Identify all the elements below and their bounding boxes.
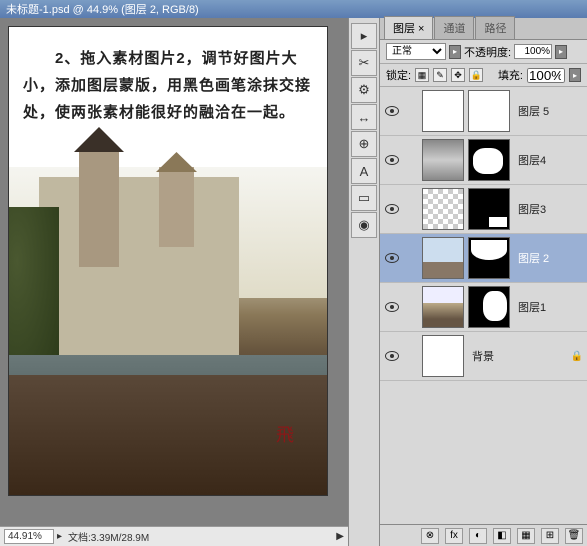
lock-pixels-icon[interactable]: ✎ — [433, 68, 447, 82]
footer-btn-0[interactable]: ⊗ — [421, 528, 439, 544]
opacity-arrow[interactable]: ▸ — [555, 45, 567, 59]
visibility-toggle[interactable] — [384, 299, 400, 315]
layer-name[interactable]: 图层4 — [518, 152, 546, 168]
layer-row[interactable]: 图层4 — [380, 136, 587, 185]
footer-btn-3[interactable]: ◧ — [493, 528, 511, 544]
layer-mask-thumb[interactable] — [468, 90, 510, 132]
eye-icon — [385, 155, 399, 165]
layer-mask-thumb[interactable] — [468, 188, 510, 230]
fill-input[interactable] — [527, 68, 565, 83]
artist-stamp: 飛 — [267, 425, 297, 475]
vtool-0[interactable]: ▸ — [351, 23, 377, 49]
layer-row[interactable]: 图层1 — [380, 283, 587, 332]
layer-name[interactable]: 图层 5 — [518, 103, 549, 119]
footer-btn-2[interactable]: ◐ — [469, 528, 487, 544]
layer-name[interactable]: 背景 — [472, 348, 494, 364]
status-arrow[interactable]: ▸ — [57, 531, 62, 542]
layers-list[interactable]: 图层 5 图层4 图层3 图层 2 图层1 背景 🔒 — [380, 87, 587, 524]
layer-thumb[interactable] — [422, 237, 464, 279]
fill-arrow[interactable]: ▸ — [569, 68, 581, 82]
canvas-scroll[interactable]: 2、拖入素材图片2，调节好图片大小，添加图层蒙版，用黑色画笔涂抹交接处，使两张素… — [0, 18, 348, 526]
layer-name[interactable]: 图层 2 — [518, 250, 549, 266]
vtool-7[interactable]: ◉ — [351, 212, 377, 238]
vtool-1[interactable]: ✂ — [351, 50, 377, 76]
visibility-toggle[interactable] — [384, 348, 400, 364]
footer-btn-1[interactable]: fx — [445, 528, 463, 544]
link-box[interactable] — [404, 201, 418, 217]
layer-name[interactable]: 图层3 — [518, 201, 546, 217]
opacity-label: 不透明度: — [464, 44, 511, 60]
opacity-input[interactable] — [514, 44, 552, 59]
lock-row: 锁定: ▦ ✎ ✥ 🔒 填充: ▸ — [380, 64, 587, 87]
panel-tabs: 图层 × 通道 路径 — [380, 18, 587, 40]
link-box[interactable] — [404, 299, 418, 315]
eye-icon — [385, 106, 399, 116]
layer-thumb[interactable] — [422, 188, 464, 230]
vtool-6[interactable]: ▭ — [351, 185, 377, 211]
layer-mask-thumb[interactable] — [468, 139, 510, 181]
canvas-area: 2、拖入素材图片2，调节好图片大小，添加图层蒙版，用黑色画笔涂抹交接处，使两张素… — [0, 18, 348, 546]
visibility-toggle[interactable] — [384, 152, 400, 168]
footer-btn-6[interactable]: 🗑 — [565, 528, 583, 544]
layer-thumb[interactable] — [422, 286, 464, 328]
lock-label: 锁定: — [386, 67, 411, 83]
link-box[interactable] — [404, 348, 418, 364]
vtool-4[interactable]: ⊕ — [351, 131, 377, 157]
layer-thumb[interactable] — [422, 335, 464, 377]
lock-transparency-icon[interactable]: ▦ — [415, 68, 429, 82]
link-box[interactable] — [404, 103, 418, 119]
eye-icon — [385, 253, 399, 263]
panel-footer: ⊗ fx ◐ ◧ ▦ ⊞ 🗑 — [380, 524, 587, 546]
layer-mask-thumb[interactable] — [468, 237, 510, 279]
vtool-2[interactable]: ⚙ — [351, 77, 377, 103]
visibility-toggle[interactable] — [384, 201, 400, 217]
eye-icon — [385, 351, 399, 361]
tab-paths[interactable]: 路径 — [475, 16, 515, 39]
lock-all-icon[interactable]: 🔒 — [469, 68, 483, 82]
layer-name[interactable]: 图层1 — [518, 299, 546, 315]
layer-row[interactable]: 背景 🔒 — [380, 332, 587, 381]
lock-icon: 🔒 — [571, 351, 583, 362]
layer-thumb[interactable] — [422, 139, 464, 181]
layer-row[interactable]: 图层3 — [380, 185, 587, 234]
blend-mode-select[interactable]: 正常 — [386, 43, 446, 60]
lock-position-icon[interactable]: ✥ — [451, 68, 465, 82]
composite-image: 飛 — [9, 167, 327, 495]
tab-layers[interactable]: 图层 × — [384, 16, 433, 39]
layers-panel: 图层 × 通道 路径 正常 ▸ 不透明度: ▸ 锁定: ▦ ✎ ✥ 🔒 填充: … — [380, 18, 587, 546]
footer-btn-5[interactable]: ⊞ — [541, 528, 559, 544]
fill-label: 填充: — [498, 67, 523, 83]
visibility-toggle[interactable] — [384, 250, 400, 266]
eye-icon — [385, 302, 399, 312]
footer-btn-4[interactable]: ▦ — [517, 528, 535, 544]
canvas-statusbar: 44.91% ▸ 文档:3.39M/28.9M ▶ — [0, 526, 348, 546]
status-more[interactable]: ▶ — [336, 531, 344, 542]
blend-arrow[interactable]: ▸ — [449, 45, 461, 59]
tab-channels[interactable]: 通道 — [434, 16, 474, 39]
link-box[interactable] — [404, 152, 418, 168]
tutorial-text: 2、拖入素材图片2，调节好图片大小，添加图层蒙版，用黑色画笔涂抹交接处，使两张素… — [9, 27, 327, 136]
eye-icon — [385, 204, 399, 214]
vtool-5[interactable]: A — [351, 158, 377, 184]
blend-row: 正常 ▸ 不透明度: ▸ — [380, 40, 587, 64]
layer-mask-thumb[interactable] — [468, 286, 510, 328]
layer-thumb[interactable] — [422, 90, 464, 132]
layer-row[interactable]: 图层 5 — [380, 87, 587, 136]
link-box[interactable] — [404, 250, 418, 266]
workspace: 2、拖入素材图片2，调节好图片大小，添加图层蒙版，用黑色画笔涂抹交接处，使两张素… — [0, 18, 587, 546]
vtool-3[interactable]: ↔ — [351, 104, 377, 130]
vertical-toolbar: ▸✂⚙↔⊕A▭◉ — [348, 18, 380, 546]
document-title: 未标题-1.psd @ 44.9% (图层 2, RGB/8) — [6, 1, 199, 17]
document-canvas[interactable]: 2、拖入素材图片2，调节好图片大小，添加图层蒙版，用黑色画笔涂抹交接处，使两张素… — [8, 26, 328, 496]
layer-row[interactable]: 图层 2 — [380, 234, 587, 283]
visibility-toggle[interactable] — [384, 103, 400, 119]
zoom-input[interactable]: 44.91% — [4, 529, 54, 544]
doc-size: 文档:3.39M/28.9M — [68, 529, 149, 544]
